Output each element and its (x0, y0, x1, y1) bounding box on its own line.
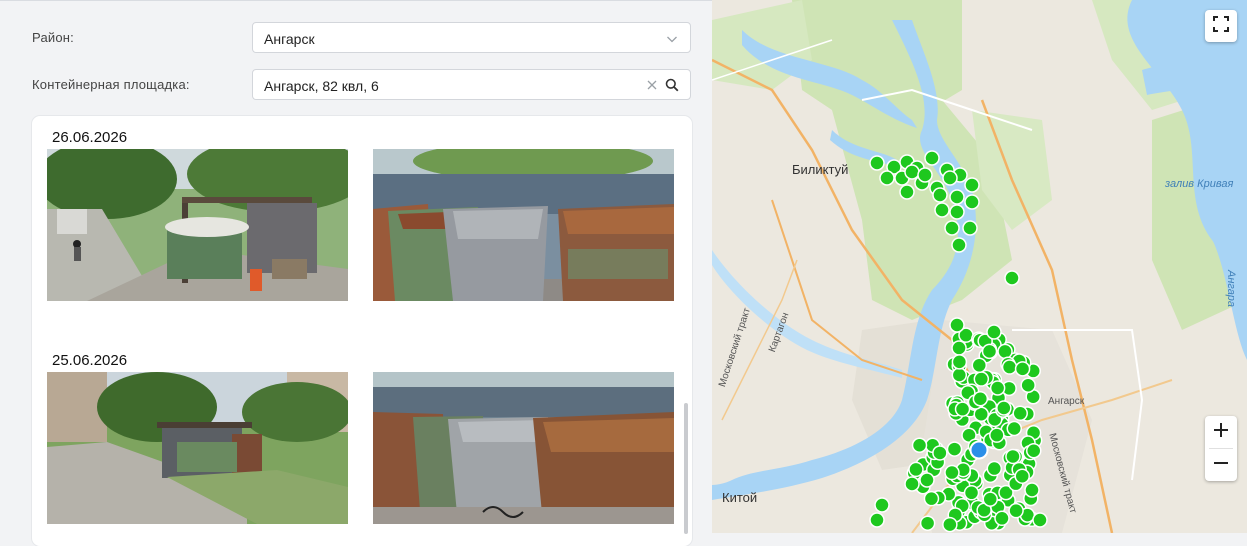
container-site-marker[interactable] (1025, 442, 1042, 459)
container-site-marker[interactable] (904, 476, 920, 492)
container-site-marker[interactable] (1012, 405, 1028, 422)
container-site-marker[interactable] (963, 485, 980, 501)
container-site-marker[interactable] (971, 357, 988, 374)
container-site-marker[interactable] (1004, 270, 1020, 286)
container-site-marker[interactable] (908, 461, 924, 478)
container-site-photo[interactable] (47, 372, 348, 524)
district-label: Район: (32, 30, 74, 45)
photo-date: 25.06.2026 (52, 352, 128, 369)
site-label: Контейнерная площадка: (32, 77, 190, 92)
container-site-photo[interactable] (47, 149, 348, 301)
container-site-marker[interactable] (924, 150, 940, 166)
site-search-field[interactable]: Ангарск, 82 квл, 6 (252, 69, 691, 100)
container-site-marker[interactable] (1006, 420, 1023, 437)
container-site-marker[interactable] (904, 164, 920, 180)
container-site-marker[interactable] (986, 324, 1002, 340)
scrollbar-thumb[interactable] (684, 403, 688, 534)
container-site-marker[interactable] (973, 371, 990, 387)
container-site-marker[interactable] (944, 220, 960, 236)
chevron-down-icon (666, 32, 678, 50)
photo-date: 26.06.2026 (52, 129, 128, 146)
plus-icon (1213, 422, 1229, 443)
container-site-marker[interactable] (1014, 361, 1031, 377)
container-site-marker[interactable] (1014, 468, 1030, 484)
container-site-marker[interactable] (996, 400, 1012, 416)
container-site-marker[interactable] (954, 401, 971, 417)
site-row: Контейнерная площадка: Ангарск, 82 квл, … (0, 69, 712, 101)
clear-icon[interactable] (646, 78, 658, 96)
minus-icon (1213, 455, 1229, 476)
zoom-in-button[interactable] (1205, 416, 1237, 448)
container-site-marker[interactable] (1020, 377, 1036, 393)
container-site-photo[interactable] (373, 149, 674, 301)
container-site-marker[interactable] (944, 464, 960, 481)
container-site-marker[interactable] (932, 445, 948, 461)
container-site-marker[interactable] (972, 391, 989, 407)
left-panel: Район: Ангарск Контейнерная площадка: Ан… (0, 0, 712, 546)
container-site-marker[interactable] (946, 441, 963, 457)
map-markers (869, 150, 1048, 533)
container-site-marker[interactable] (1001, 359, 1018, 375)
photo-gallery: 26.06.2026 25.06.2026 (32, 116, 692, 546)
container-site-marker[interactable] (989, 427, 1005, 443)
container-site-marker[interactable] (997, 343, 1013, 360)
container-site-marker[interactable] (911, 437, 928, 453)
container-site-photo[interactable] (373, 372, 674, 524)
container-site-marker[interactable] (919, 515, 936, 531)
container-site-marker[interactable] (917, 167, 933, 183)
container-site-marker[interactable] (951, 340, 967, 356)
container-site-marker[interactable] (951, 354, 968, 370)
fullscreen-button[interactable] (1205, 10, 1237, 42)
map[interactable]: Биликтуй Ангарск Китой залив Кривая Моск… (712, 0, 1247, 533)
container-site-marker[interactable] (942, 170, 958, 186)
selected-site-marker[interactable] (969, 440, 989, 460)
container-site-marker[interactable] (962, 220, 978, 236)
search-icon[interactable] (665, 78, 679, 97)
container-site-marker[interactable] (951, 367, 968, 383)
container-site-marker[interactable] (869, 512, 885, 528)
container-site-marker[interactable] (1032, 512, 1048, 528)
container-site-marker[interactable] (923, 490, 940, 507)
container-site-marker[interactable] (919, 472, 935, 488)
container-site-marker[interactable] (899, 184, 915, 200)
container-site-marker[interactable] (1005, 448, 1021, 465)
district-value: Ангарск (264, 31, 315, 47)
container-site-marker[interactable] (994, 510, 1010, 527)
fullscreen-icon (1213, 15, 1229, 37)
container-site-marker[interactable] (942, 516, 958, 533)
district-select[interactable]: Ангарск (252, 22, 691, 53)
container-site-marker[interactable] (1008, 502, 1024, 519)
container-site-marker[interactable] (964, 177, 980, 193)
container-site-marker[interactable] (932, 187, 948, 203)
container-site-marker[interactable] (989, 380, 1006, 396)
container-site-marker[interactable] (982, 491, 998, 507)
site-value: Ангарск, 82 квл, 6 (264, 78, 379, 94)
container-site-marker[interactable] (964, 194, 980, 210)
container-site-marker[interactable] (869, 155, 885, 171)
container-site-marker[interactable] (981, 343, 998, 360)
container-site-marker[interactable] (879, 170, 895, 186)
zoom-out-button[interactable] (1205, 449, 1237, 481)
container-site-marker[interactable] (951, 237, 967, 253)
container-site-marker[interactable] (949, 204, 965, 220)
district-row: Район: Ангарск (0, 22, 712, 54)
container-site-marker[interactable] (949, 317, 965, 333)
container-site-marker[interactable] (949, 189, 965, 205)
container-site-marker[interactable] (934, 202, 950, 218)
container-site-marker[interactable] (874, 497, 890, 513)
container-site-marker[interactable] (986, 460, 1003, 477)
zoom-control (1205, 416, 1237, 481)
container-site-marker[interactable] (1024, 482, 1040, 498)
